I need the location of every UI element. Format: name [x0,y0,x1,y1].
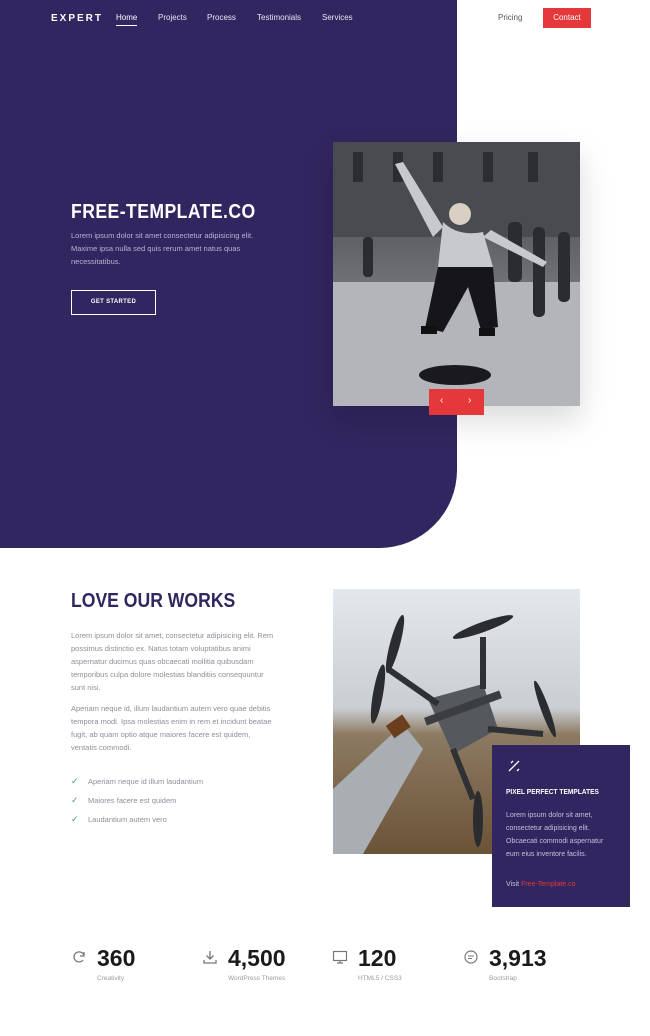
works-paragraph-1: Lorem ipsum dolor sit amet, consectetur … [71,631,274,692]
nav-link-projects[interactable]: Projects [158,13,187,22]
nav-link-process[interactable]: Process [207,13,236,22]
nav-link-testimonials[interactable]: Testimonials [257,13,301,22]
stat-value: 120 [358,945,397,971]
list-item: ✓ Aperiam neque id illum laudantium [71,776,204,786]
works-title: LOVE OUR WORKS [71,590,236,612]
works-check-list: ✓ Aperiam neque id illum laudantium ✓ Maio… [71,776,204,834]
nav-link-home[interactable]: Home [116,13,138,26]
check-icon: ✓ [71,776,79,786]
get-started-button[interactable]: GET STARTED [71,290,156,315]
card-text: Lorem ipsum dolor sit amet, consectetur … [506,812,604,858]
stat-value: 3,913 [489,945,547,971]
feature-card: PIXEL PERFECT TEMPLATES Lorem ipsum dolo… [492,745,630,907]
download-icon [203,951,217,964]
stat-value: 4,500 [228,945,286,971]
logo[interactable]: EXPERT [51,13,103,24]
check-icon: ✓ [71,814,79,824]
card-visit-link[interactable]: Free-Template.co [521,881,575,888]
stat-label: HTML5 / CSS3 [358,975,402,982]
list-item: ✓ Maiores facere est quidem [71,795,177,805]
next-arrow-icon[interactable]: › [468,395,471,406]
hero-text: Lorem ipsum dolor sit amet consectetur a… [71,231,254,266]
stat-label: WordPress Themes [228,975,286,982]
hero-slider-controls: ‹ › [429,389,484,415]
nav-link-pricing[interactable]: Pricing [498,13,522,22]
monitor-icon [332,950,348,964]
nav-link-services[interactable]: Services [322,13,353,22]
list-item: ✓ Laudantium autem vero [71,814,167,824]
prev-arrow-icon[interactable]: ‹ [440,395,443,406]
stat-value: 360 [97,945,136,971]
stat-label: Bootstrap [489,975,517,982]
stat-label: Creativity [97,975,125,982]
top-navbar: EXPERT Home Projects Process Testimonial… [0,0,650,38]
ruler-icon [508,760,520,772]
hero-skateboarder-image [333,142,580,406]
check-icon: ✓ [71,795,79,805]
contact-button[interactable]: Contact [543,8,591,28]
card-visit: Visit Free-Template.co [506,881,576,888]
refresh-icon [73,951,85,963]
chat-icon [464,950,478,964]
hero-title: FREE-TEMPLATE.CO [71,201,256,223]
works-paragraph-2: Aperiam neque id, illum laudantium autem… [71,704,272,752]
card-title: PIXEL PERFECT TEMPLATES [506,787,599,796]
